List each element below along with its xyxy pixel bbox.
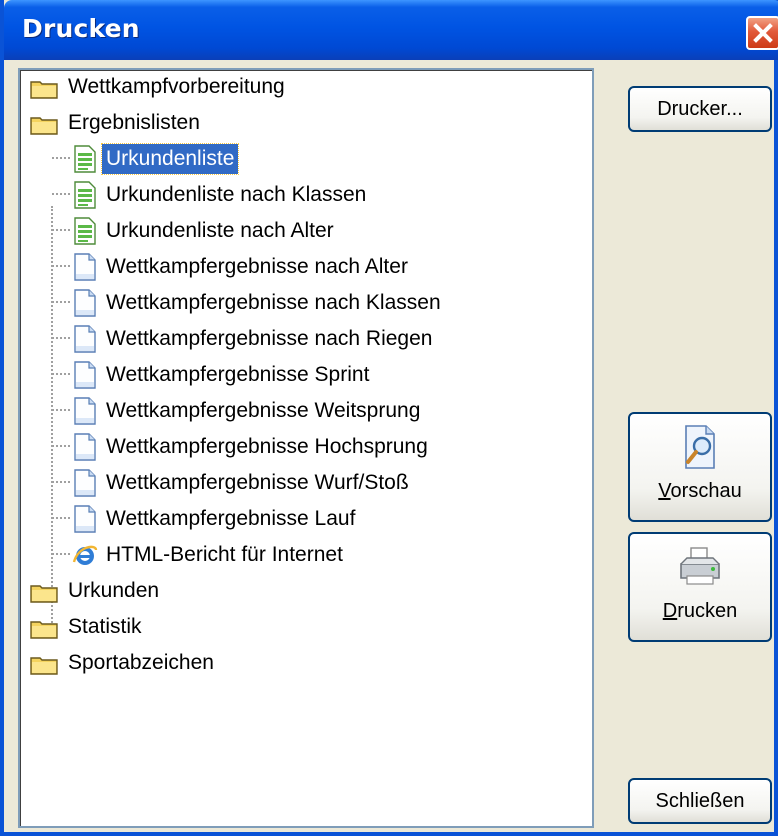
tree-item-wettkampfergebnisse-hochsprung[interactable]: Wettkampfergebnisse Hochsprung bbox=[20, 430, 580, 466]
print-button[interactable]: Drucken bbox=[628, 532, 772, 642]
tree-folder-wettkampfvorbereitung[interactable]: Wettkampfvorbereitung bbox=[20, 70, 580, 106]
folder-icon bbox=[30, 585, 58, 603]
tree-item-wettkampfergebnisse-lauf[interactable]: Wettkampfergebnisse Lauf bbox=[20, 502, 580, 538]
folder-icon bbox=[30, 621, 58, 639]
print-preview-icon bbox=[685, 425, 715, 469]
print-label-rest: rucken bbox=[677, 600, 738, 622]
tree-item-label: Wettkampfergebnisse Weitsprung bbox=[106, 399, 421, 422]
document-icon bbox=[74, 325, 96, 353]
tree-item-label: Urkundenliste bbox=[100, 143, 240, 175]
print-mnemonic: D bbox=[662, 600, 678, 622]
folder-icon bbox=[30, 81, 58, 99]
document-icon bbox=[74, 289, 96, 317]
tree-item-label: Wettkampfergebnisse Wurf/Stoß bbox=[106, 471, 409, 494]
title-bar[interactable]: Drucken bbox=[4, 0, 778, 60]
tree-folder-ergebnislisten[interactable]: Ergebnislisten bbox=[20, 106, 580, 142]
tree-item-label: HTML-Bericht für Internet bbox=[106, 543, 343, 566]
close-icon bbox=[753, 23, 773, 43]
printer-settings-button[interactable]: Drucker... bbox=[628, 86, 772, 132]
tree-item-label: Wettkampfergebnisse Lauf bbox=[106, 507, 356, 530]
tree-folder-label: Sportabzeichen bbox=[68, 651, 214, 674]
document-icon bbox=[74, 397, 96, 425]
report-tree-view[interactable]: Wettkampfvorbereitung Ergebnislisten Urk… bbox=[18, 68, 594, 828]
tree-item-label: Wettkampfergebnisse Hochsprung bbox=[106, 435, 428, 458]
tree-item-wettkampfergebnisse-nach-alter[interactable]: Wettkampfergebnisse nach Alter bbox=[20, 250, 580, 286]
document-icon bbox=[74, 253, 96, 281]
tree-item-wettkampfergebnisse-wurf-stoss[interactable]: Wettkampfergebnisse Wurf/Stoß bbox=[20, 466, 580, 502]
internet-explorer-icon bbox=[72, 545, 98, 565]
tree-folder-label: Urkunden bbox=[68, 579, 160, 602]
tree-folder-statistik[interactable]: Statistik bbox=[20, 610, 580, 646]
tree-item-html-bericht[interactable]: HTML-Bericht für Internet bbox=[20, 538, 580, 574]
tree-folder-urkunden[interactable]: Urkunden bbox=[20, 574, 580, 610]
tree-folder-label: Ergebnislisten bbox=[68, 111, 200, 134]
preview-button[interactable]: Vorschau bbox=[628, 412, 772, 522]
tree-item-wettkampfergebnisse-nach-klassen[interactable]: Wettkampfergebnisse nach Klassen bbox=[20, 286, 580, 322]
document-icon bbox=[74, 433, 96, 461]
close-window-button[interactable] bbox=[746, 16, 778, 50]
window-title: Drucken bbox=[22, 14, 140, 43]
tree-item-label: Urkundenliste nach Alter bbox=[106, 219, 334, 242]
close-button-label: Schließen bbox=[655, 790, 745, 812]
document-icon bbox=[74, 469, 96, 497]
folder-icon bbox=[30, 657, 58, 675]
tree-item-wettkampfergebnisse-nach-riegen[interactable]: Wettkampfergebnisse nach Riegen bbox=[20, 322, 580, 358]
tree-folder-sportabzeichen[interactable]: Sportabzeichen bbox=[20, 646, 580, 682]
tree-item-label: Urkundenliste nach Klassen bbox=[106, 183, 367, 206]
preview-label-rest: orschau bbox=[670, 480, 742, 502]
green-list-doc-icon bbox=[74, 145, 96, 173]
close-button[interactable]: Schließen bbox=[628, 778, 772, 824]
tree-folder-label: Wettkampfvorbereitung bbox=[68, 75, 285, 98]
document-icon bbox=[74, 361, 96, 389]
tree-item-wettkampfergebnisse-sprint[interactable]: Wettkampfergebnisse Sprint bbox=[20, 358, 580, 394]
tree-item-urkundenliste-nach-alter[interactable]: Urkundenliste nach Alter bbox=[20, 214, 580, 250]
preview-mnemonic: V bbox=[658, 480, 671, 502]
tree-item-wettkampfergebnisse-weitsprung[interactable]: Wettkampfergebnisse Weitsprung bbox=[20, 394, 580, 430]
tree-item-urkundenliste[interactable]: Urkundenliste bbox=[20, 142, 580, 178]
tree-item-label: Wettkampfergebnisse nach Riegen bbox=[106, 327, 433, 350]
preview-label: Vorschau bbox=[630, 480, 770, 503]
tree-item-label: Wettkampfergebnisse nach Alter bbox=[106, 255, 408, 278]
tree-item-label: Wettkampfergebnisse Sprint bbox=[106, 363, 370, 386]
folder-icon bbox=[30, 117, 58, 135]
tree-item-urkundenliste-nach-klassen[interactable]: Urkundenliste nach Klassen bbox=[20, 178, 580, 214]
printer-settings-label: Drucker... bbox=[657, 98, 743, 120]
green-list-doc-icon bbox=[74, 181, 96, 209]
document-icon bbox=[74, 505, 96, 533]
tree-item-label: Wettkampfergebnisse nach Klassen bbox=[106, 291, 441, 314]
print-label: Drucken bbox=[630, 600, 770, 623]
printer-icon bbox=[680, 547, 720, 585]
green-list-doc-icon bbox=[74, 217, 96, 245]
tree-folder-label: Statistik bbox=[68, 615, 142, 638]
